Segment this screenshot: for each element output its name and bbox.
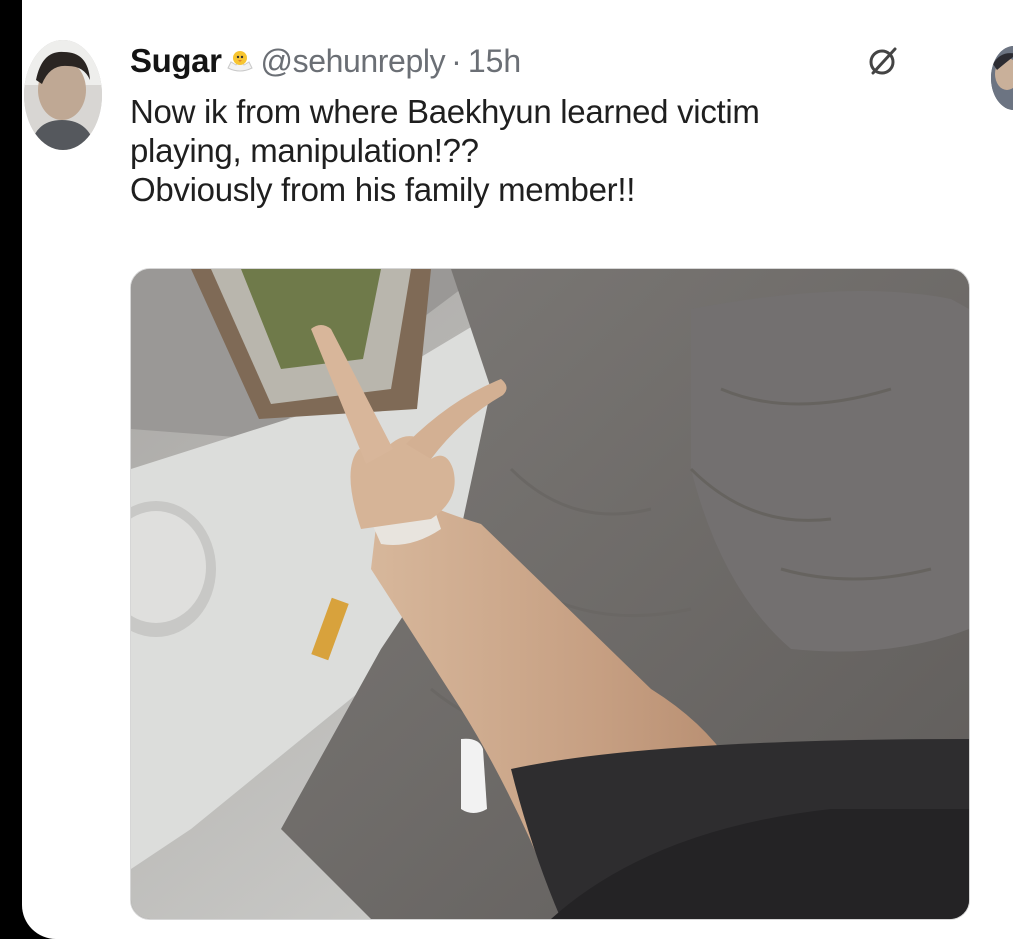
- tweet-header: Sugar @sehunreply · 15h: [130, 36, 521, 86]
- tweet-text-line: playing, manipulation!??: [130, 132, 479, 169]
- screenshot-frame: Sugar @sehunreply · 15h Now ik from wher…: [22, 0, 1013, 939]
- separator-dot: ·: [451, 42, 462, 79]
- chick-emoji-icon: [225, 46, 255, 76]
- tweet-text-line: Now ik from where Baekhyun learned victi…: [130, 93, 760, 130]
- avatar[interactable]: [24, 40, 102, 150]
- grok-icon[interactable]: [866, 44, 900, 78]
- tweet-text: Now ik from where Baekhyun learned victi…: [130, 92, 1000, 209]
- tweet[interactable]: Sugar @sehunreply · 15h Now ik from wher…: [22, 0, 1013, 939]
- user-handle[interactable]: @sehunreply: [261, 43, 446, 80]
- post-time[interactable]: 15h: [468, 43, 521, 80]
- tweet-text-line: Obviously from his family member!!: [130, 171, 636, 208]
- tweet-photo[interactable]: [130, 268, 970, 920]
- display-name[interactable]: Sugar: [130, 42, 222, 80]
